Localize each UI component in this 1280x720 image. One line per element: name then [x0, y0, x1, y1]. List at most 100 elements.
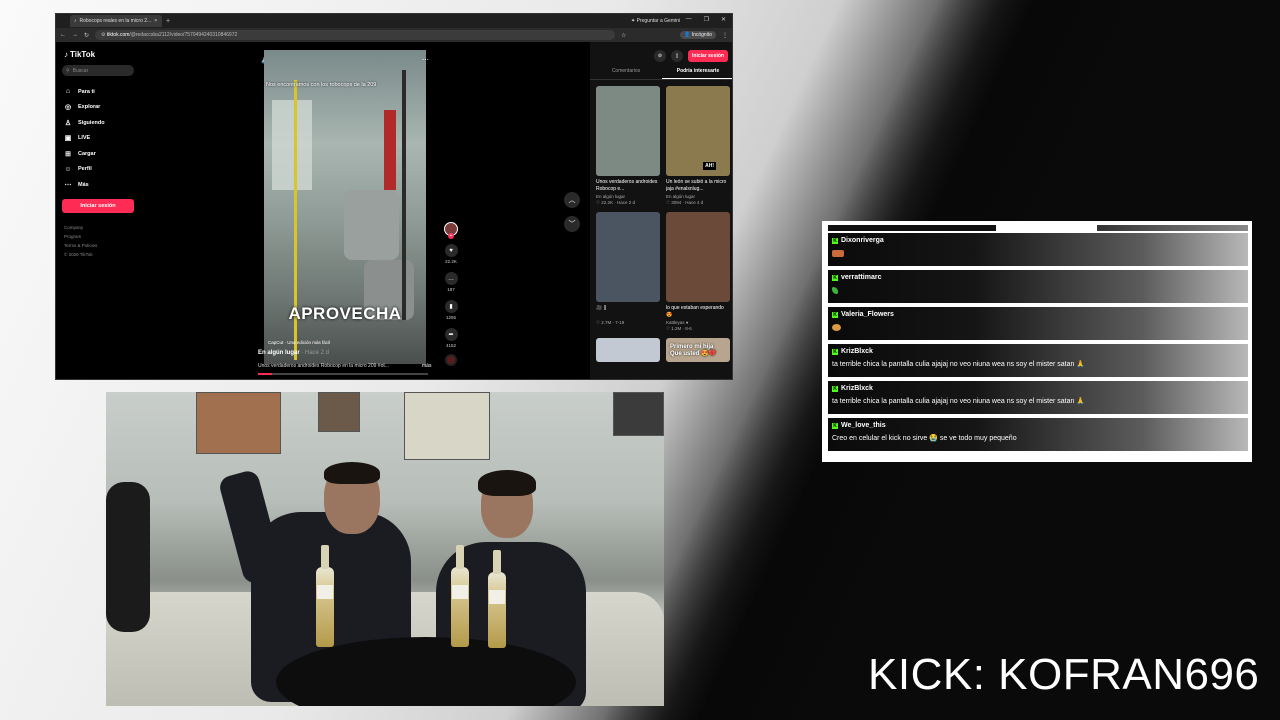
login-button[interactable]: Iniciar sesión [62, 198, 134, 213]
minimize-icon[interactable]: — [686, 16, 692, 23]
address-bar[interactable]: ⚙ tiktok.com /@redaccsba2112/video/75704… [95, 30, 616, 40]
next-video-button[interactable]: ﹀ [564, 216, 580, 232]
chat-username[interactable]: We_love_this [841, 422, 886, 429]
sidebar-item-para-ti[interactable]: ⌂ Para ti [62, 84, 140, 100]
like-count: 22.2K [445, 259, 457, 264]
video-thumbnail[interactable]: AH! [666, 86, 730, 176]
sidebar-item-siguiendo[interactable]: ♙ Siguiendo [62, 115, 140, 131]
chat-emote-icon [832, 324, 841, 331]
thumbnail-text: Primero mi hija Que usted 😍💔 [670, 344, 716, 357]
chat-message: Kverrattimarc [828, 270, 1248, 303]
kick-badge-icon: K [832, 422, 838, 429]
comment-action[interactable]: … 187 [444, 272, 458, 292]
chat-username[interactable]: KrizBlxck [841, 385, 873, 392]
device-icon[interactable]: ▯ [671, 50, 684, 62]
ask-gemini-button[interactable]: ✦ Preguntar a Gemini [631, 18, 680, 24]
comment-icon[interactable]: … [444, 272, 458, 285]
kick-badge-icon: K [832, 237, 838, 244]
video-card[interactable]: lo que estaban esperando 😍 Kattleyas ● ♡ 1… [666, 212, 730, 332]
card-title: Unos verdaderos androides Robocop e... [596, 179, 658, 192]
card-title: 🎥 || [596, 305, 607, 311]
sidebar-item-cargar[interactable]: ⊞ Cargar [62, 146, 140, 162]
footer-link[interactable]: Company [64, 223, 140, 232]
kick-badge-icon: K [832, 274, 838, 281]
tab-close-icon[interactable]: × [154, 18, 157, 24]
new-tab-button[interactable]: + [166, 18, 170, 25]
card-title: lo que estaban esperando 😍 [666, 305, 724, 318]
kick-badge-icon: K [832, 385, 838, 392]
chat-text: ta terrible chica la pantalla culia ajaj… [832, 361, 1086, 368]
more-icon: ⋯ [64, 181, 72, 189]
search-input[interactable]: ⚲ Buscar [62, 65, 134, 76]
chat-username[interactable]: Dixonriverga [841, 237, 884, 244]
tiktok-logo[interactable]: ♪ TikTok [64, 50, 140, 59]
browser-tab-title: Robocops reales en la micro 2... [79, 18, 152, 24]
sidebar-footer: Company Program Terms & Policies © 2026 Tik… [62, 223, 140, 259]
sidebar-item-perfil[interactable]: ☺ Perfil [62, 162, 140, 178]
address-toolbar: ← → ↻ ⚙ tiktok.com /@redaccsba2112/video… [56, 28, 732, 42]
footer-link[interactable]: Terms & Policies [64, 241, 140, 250]
reload-icon[interactable]: ↻ [84, 32, 89, 39]
capcut-tag[interactable]: CapCut · Una edición más fácil [268, 340, 330, 345]
feed-navigation: ︿ ﹀ [564, 192, 580, 232]
chat-username[interactable]: verrattimarc [841, 274, 881, 281]
music-disc-icon[interactable] [445, 354, 457, 366]
video-thumbnail[interactable] [596, 212, 660, 302]
video-thumbnail[interactable] [596, 338, 660, 362]
video-options-icon[interactable]: ⋯ [422, 56, 429, 64]
video-player[interactable]: Nos encontramos con los robocops de la 2… [264, 50, 426, 364]
video-card[interactable]: Primero mi hija Que usted 😍💔 [666, 338, 730, 362]
previous-video-button[interactable]: ︿ [564, 192, 580, 208]
search-icon: ⚲ [66, 67, 70, 74]
browser-tab[interactable]: ♪ Robocops reales en la micro 2... × [70, 15, 162, 27]
video-card[interactable]: 🎥 || ♡ 2.7M · 7-19 [596, 212, 660, 332]
url-path: /@redaccsba2112/video/757049424031084697… [129, 32, 238, 38]
tab-bar: ♪ Robocops reales en la micro 2... × + ✦… [56, 14, 732, 28]
search-placeholder: Buscar [72, 67, 89, 74]
video-overlay-text: Nos encontramos con los robocops de la 2… [266, 82, 377, 88]
webcam-feed [106, 392, 664, 706]
video-thumbnail[interactable] [596, 86, 660, 176]
sidebar-item-live[interactable]: ▣ LIVE [62, 131, 140, 147]
heart-icon[interactable]: ♥ [444, 244, 458, 257]
bus-pole [402, 70, 406, 320]
chat-message: K KrizBlxck ta terrible chica la pantalla … [828, 344, 1248, 377]
footer-link[interactable]: Program [64, 232, 140, 241]
incognito-indicator[interactable]: 👤 Incógnito [680, 31, 716, 39]
forward-icon[interactable]: → [72, 32, 78, 38]
creator-avatar[interactable] [444, 222, 458, 239]
browser-menu-icon[interactable]: ⋮ [722, 32, 728, 39]
video-card[interactable]: Unos verdaderos androides Robocop e... En… [596, 86, 660, 206]
wall-poster [613, 392, 664, 436]
thumbnail-text: AH! [703, 162, 716, 170]
chat-username[interactable]: Valeria_Flowers [841, 311, 894, 318]
video-card[interactable] [596, 338, 660, 362]
back-icon[interactable]: ← [60, 32, 66, 38]
video-thumbnail[interactable]: Primero mi hija Que usted 😍💔 [666, 338, 730, 362]
video-card[interactable]: AH! Un león se subió a la micro jaja #ena… [666, 86, 730, 206]
card-stats: ♡ 2.7M · 7-19 [596, 320, 625, 325]
video-thumbnail[interactable] [666, 212, 730, 302]
see-more-link[interactable]: más [422, 363, 431, 369]
bookmark-icon[interactable]: ▮ [444, 300, 458, 313]
save-action[interactable]: ▮ 1255 [444, 300, 458, 320]
bookmark-star-icon[interactable]: ☆ [621, 32, 626, 39]
tab-suggested[interactable]: Podría interesarte [662, 68, 732, 79]
maximize-icon[interactable]: ❐ [704, 16, 709, 23]
sidebar-item-explorar[interactable]: ◎ Explorar [62, 100, 140, 116]
video-progress-bar[interactable] [258, 373, 428, 375]
share-action[interactable]: ➦ 4152 [444, 328, 458, 348]
chat-username[interactable]: KrizBlxck [841, 348, 873, 355]
share-icon[interactable]: ➦ [444, 328, 458, 341]
tab-comments[interactable]: Comentarios [590, 68, 662, 79]
sidebar-item-mas[interactable]: ⋯ Más [62, 177, 140, 193]
video-location[interactable]: En algún lugar · Hace 2 d [258, 350, 329, 356]
chat-message: K KrizBlxck ta terrible chica la pantalla … [828, 381, 1248, 414]
close-window-icon[interactable]: ✕ [721, 16, 726, 23]
chat-text: ta terrible chica la pantalla culia ajaj… [832, 398, 1086, 405]
share-count: 4152 [445, 343, 456, 348]
compass-icon[interactable]: ⊘ [654, 50, 667, 62]
panel-login-button[interactable]: Iniciar sesión [688, 50, 728, 62]
like-action[interactable]: ♥ 22.2K [444, 244, 458, 264]
chat-username-row: Kverrattimarc [832, 274, 1244, 281]
